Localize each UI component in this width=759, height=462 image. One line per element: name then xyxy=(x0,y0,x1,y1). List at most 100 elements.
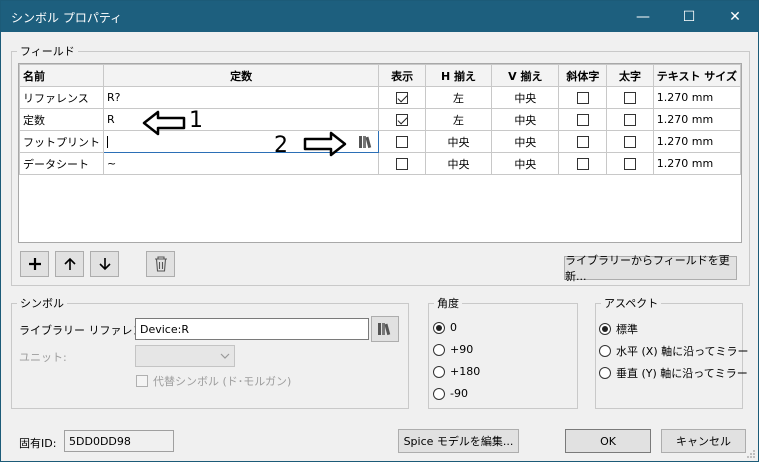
radio-dot[interactable] xyxy=(599,345,611,357)
column-header[interactable]: テキスト サイズ xyxy=(652,64,742,87)
library-reference-input[interactable]: Device:R xyxy=(135,318,369,340)
bold-cell[interactable] xyxy=(606,152,654,175)
bold-checkbox[interactable] xyxy=(624,158,636,170)
italic-cell[interactable] xyxy=(558,108,608,131)
bold-cell[interactable] xyxy=(606,130,654,153)
cancel-button[interactable]: キャンセル xyxy=(661,429,746,453)
field-name[interactable]: 定数 xyxy=(19,108,104,131)
add-field-button[interactable] xyxy=(20,251,49,277)
column-header[interactable]: 斜体字 xyxy=(558,64,608,87)
resize-grip-icon[interactable] xyxy=(746,449,756,459)
symbol-group-label: シンボル xyxy=(17,295,67,311)
annotation-arrow-right xyxy=(303,131,347,157)
show-checkbox[interactable] xyxy=(396,114,409,126)
maximize-icon: ☐ xyxy=(682,8,696,25)
demorgan-checkbox[interactable] xyxy=(136,375,148,387)
radio-dot[interactable] xyxy=(433,343,445,356)
table-row[interactable]: 定数 R 左 中央 1.270 mm xyxy=(19,108,742,131)
show-checkbox[interactable] xyxy=(396,158,409,170)
update-fields-from-library-button[interactable]: ライブラリーからフィールドを更新... xyxy=(564,254,737,283)
close-icon: ✕ xyxy=(729,8,741,25)
angle-option-180[interactable]: +180 xyxy=(433,365,480,378)
italic-cell[interactable] xyxy=(558,86,608,109)
text-size-cell[interactable]: 1.270 mm xyxy=(652,130,742,153)
bold-cell[interactable] xyxy=(606,86,654,109)
field-name[interactable]: リファレンス xyxy=(19,86,104,109)
window-title: シンボル プロパティ xyxy=(11,11,123,25)
move-down-button[interactable] xyxy=(90,251,119,277)
italic-cell[interactable] xyxy=(558,130,608,153)
h-align-cell[interactable]: 左 xyxy=(424,108,493,131)
italic-checkbox[interactable] xyxy=(576,158,589,170)
bold-checkbox[interactable] xyxy=(624,92,636,104)
move-up-button[interactable] xyxy=(55,251,84,277)
fields-grid: 名前 定数 表示 H 揃え V 揃え 斜体字 太字 テキスト サイズ リファレン… xyxy=(18,63,742,243)
show-cell[interactable] xyxy=(378,86,426,109)
edit-spice-model-button[interactable]: Spice モデルを編集... xyxy=(398,429,519,453)
v-align-cell[interactable]: 中央 xyxy=(491,130,560,153)
v-align-cell[interactable]: 中央 xyxy=(491,108,560,131)
italic-checkbox[interactable] xyxy=(576,136,589,148)
unit-select[interactable] xyxy=(135,345,235,367)
angle-option-label: 0 xyxy=(450,321,457,334)
aspect-option-mirror-x[interactable]: 水平 (X) 軸に沿ってミラー xyxy=(599,343,749,359)
library-browse-icon[interactable] xyxy=(358,135,374,149)
angle-option-label: +90 xyxy=(450,343,474,356)
bold-cell[interactable] xyxy=(606,108,654,131)
browse-library-button[interactable] xyxy=(371,316,399,342)
show-checkbox[interactable] xyxy=(396,136,409,148)
minimize-button[interactable]: — xyxy=(620,1,666,32)
unit-label: ユニット: xyxy=(19,351,67,364)
angle-option-minus-90[interactable]: -90 xyxy=(433,387,468,400)
h-align-cell[interactable]: 中央 xyxy=(424,130,493,153)
text-size-cell[interactable]: 1.270 mm xyxy=(652,108,742,131)
h-align-cell[interactable]: 中央 xyxy=(424,152,493,175)
italic-checkbox[interactable] xyxy=(576,92,589,104)
angle-option-90[interactable]: +90 xyxy=(433,343,473,356)
bold-checkbox[interactable] xyxy=(624,114,636,126)
table-row[interactable]: フットプリント 中央 中央 1.270 mm xyxy=(19,130,742,153)
show-checkbox[interactable] xyxy=(396,92,409,104)
column-header[interactable]: 名前 xyxy=(19,64,104,87)
delete-field-button[interactable] xyxy=(146,251,175,277)
angle-option-0[interactable]: 0 xyxy=(433,321,457,334)
ok-button[interactable]: OK xyxy=(565,429,651,453)
field-name[interactable]: データシート xyxy=(19,152,104,175)
italic-cell[interactable] xyxy=(558,152,608,175)
demorgan-checkbox-row[interactable]: 代替シンボル (ド･モルガン) xyxy=(136,373,291,389)
arrow-down-icon xyxy=(98,258,111,271)
radio-dot[interactable] xyxy=(599,323,611,335)
column-header[interactable]: 太字 xyxy=(606,64,654,87)
bold-checkbox[interactable] xyxy=(624,136,636,148)
v-align-cell[interactable]: 中央 xyxy=(491,152,560,175)
close-button[interactable]: ✕ xyxy=(712,1,758,32)
column-header[interactable]: V 揃え xyxy=(491,64,560,87)
uid-field: 5DD0DD98 xyxy=(64,430,174,452)
table-row[interactable]: データシート ~ 中央 中央 1.270 mm xyxy=(19,152,742,175)
radio-dot[interactable] xyxy=(433,365,445,378)
aspect-option-mirror-y[interactable]: 垂直 (Y) 軸に沿ってミラー xyxy=(599,365,748,381)
show-cell[interactable] xyxy=(378,130,426,153)
v-align-cell[interactable]: 中央 xyxy=(491,86,560,109)
show-cell[interactable] xyxy=(378,108,426,131)
chevron-down-icon xyxy=(220,353,230,359)
table-row[interactable]: リファレンス R? 左 中央 1.270 mm xyxy=(19,86,742,109)
field-value[interactable]: R? xyxy=(102,86,380,109)
h-align-cell[interactable]: 左 xyxy=(424,86,493,109)
radio-dot[interactable] xyxy=(433,321,445,334)
angle-group-label: 角度 xyxy=(434,295,462,311)
show-cell[interactable] xyxy=(378,152,426,175)
annotation-number-2: 2 xyxy=(274,133,288,158)
maximize-button[interactable]: ☐ xyxy=(666,1,712,32)
radio-dot[interactable] xyxy=(433,387,445,400)
text-size-cell[interactable]: 1.270 mm xyxy=(652,152,742,175)
italic-checkbox[interactable] xyxy=(576,114,589,126)
text-size-cell[interactable]: 1.270 mm xyxy=(652,86,742,109)
aspect-option-normal[interactable]: 標準 xyxy=(599,321,638,337)
radio-dot[interactable] xyxy=(599,367,611,379)
column-header[interactable]: H 揃え xyxy=(424,64,493,87)
column-header[interactable]: 表示 xyxy=(378,64,426,87)
field-name[interactable]: フットプリント xyxy=(19,130,104,153)
column-header[interactable]: 定数 xyxy=(102,64,380,87)
dialog-window: シンボル プロパティ — ☐ ✕ フィールド 名前 定数 表示 H 揃え V 揃… xyxy=(0,0,759,462)
